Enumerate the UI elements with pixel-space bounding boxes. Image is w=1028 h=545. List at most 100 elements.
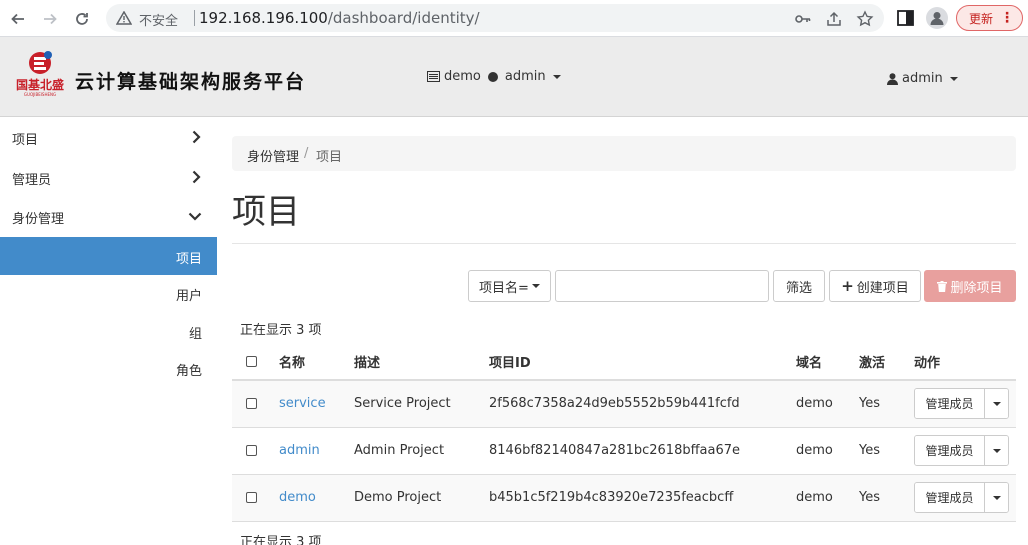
warning-icon: [116, 11, 132, 25]
filter-button[interactable]: 筛选: [773, 270, 825, 302]
sidebar-subitem-roles[interactable]: 角色: [0, 349, 217, 387]
sidebar-subitem-label: 项目: [175, 252, 202, 267]
item-count-bottom: 正在显示 3 项: [240, 535, 322, 545]
sidebar-item-label: 项目: [12, 133, 39, 148]
row-actions-group: 管理成员: [914, 388, 1009, 420]
address-bar[interactable]: 不安全 192.168.196.100/dashboard/identity/: [106, 4, 884, 32]
bookmark-star-icon[interactable]: [856, 10, 874, 28]
breadcrumb-parent[interactable]: 身份管理: [247, 146, 299, 165]
project-id: 2f568c7358a24d9eb5552b59b441fcfd: [489, 380, 796, 428]
sidebar-item-project[interactable]: 项目: [0, 118, 217, 156]
context-project: demo: [444, 69, 481, 84]
sidebar-subitem-projects[interactable]: 项目: [0, 237, 217, 275]
breadcrumb: 身份管理 / 项目: [232, 136, 1016, 171]
row-actions-group: 管理成员: [914, 435, 1009, 466]
row-checkbox[interactable]: [246, 398, 257, 410]
filter-field-select[interactable]: 项目名=: [468, 270, 551, 302]
user-menu[interactable]: admin: [887, 71, 958, 86]
row-checkbox[interactable]: [246, 492, 257, 503]
chevron-down-icon: [552, 74, 561, 79]
row-select-cell: [232, 380, 279, 428]
col-enabled[interactable]: 激活: [859, 343, 914, 381]
address-separator: [194, 10, 195, 26]
select-all-checkbox[interactable]: [246, 355, 257, 367]
table-row: admin Admin Project 8146bf82140847a281bc…: [232, 427, 1016, 475]
row-actions-dropdown[interactable]: [985, 436, 1008, 465]
col-actions: 动作: [914, 343, 1016, 381]
app-header: 国基北盛 GUOJIBEISHENG 云计算基础架构服务平台 demo admi…: [0, 37, 1028, 117]
projects-table: 名称 描述 项目ID 域名 激活 动作 service Service Proj…: [232, 343, 1016, 522]
filter-input[interactable]: [555, 270, 769, 302]
chevron-down-icon: [992, 401, 1001, 406]
manage-members-button[interactable]: 管理成员: [915, 436, 985, 465]
share-icon[interactable]: [825, 10, 843, 28]
project-id: b45b1c5f219b4c83920e7235feacbcff: [489, 474, 796, 522]
profile-avatar-icon[interactable]: [926, 7, 948, 29]
breadcrumb-separator: /: [304, 146, 309, 161]
filter-button-label: 筛选: [785, 280, 812, 296]
logo-subtext: GUOJIBEISHENG: [24, 92, 56, 97]
col-name[interactable]: 名称: [279, 343, 354, 381]
context-user: admin: [504, 69, 546, 84]
sidebar-subitem-label: 组: [188, 327, 202, 342]
select-all-cell: [232, 343, 279, 381]
sidebar-item-identity[interactable]: 身份管理: [0, 197, 217, 235]
row-actions-cell: 管理成员: [914, 427, 1016, 475]
forward-button[interactable]: [37, 6, 63, 32]
row-actions-cell: 管理成员: [914, 474, 1016, 522]
sidebar: 项目 管理员 身份管理 项目 用户 组 角色: [0, 118, 217, 545]
chevron-down-icon: [531, 284, 540, 288]
project-name-link[interactable]: service: [279, 396, 326, 411]
chevron-down-icon: [188, 212, 202, 221]
url-path: /dashboard/identity/: [327, 9, 480, 27]
chevron-right-icon: [192, 170, 201, 184]
page-title: 项目: [232, 192, 300, 232]
chevron-down-icon: [949, 76, 958, 81]
manage-members-button[interactable]: 管理成员: [915, 483, 985, 512]
more-menu-icon[interactable]: ⋮: [1000, 10, 1014, 26]
sidebar-subitem-label: 角色: [175, 364, 202, 379]
sidebar-subitem-users[interactable]: 用户: [0, 274, 217, 312]
row-checkbox[interactable]: [246, 445, 257, 456]
project-name-link[interactable]: demo: [279, 490, 316, 505]
delete-projects-button[interactable]: 删除项目: [924, 270, 1016, 302]
col-domain[interactable]: 域名: [796, 343, 859, 381]
col-project-id[interactable]: 项目ID: [489, 343, 796, 381]
logo-text: 国基北盛: [16, 77, 64, 92]
col-description[interactable]: 描述: [354, 343, 489, 381]
trash-icon: [937, 280, 948, 292]
chevron-down-icon: [992, 495, 1001, 500]
project-description: Demo Project: [354, 474, 489, 522]
back-button[interactable]: [5, 6, 31, 32]
row-actions-dropdown[interactable]: [985, 389, 1008, 419]
row-select-cell: [232, 474, 279, 522]
project-enabled: Yes: [859, 427, 914, 475]
breadcrumb-current: 项目: [316, 150, 343, 165]
sidebar-item-label: 管理员: [12, 173, 52, 188]
project-context-switcher[interactable]: demo admin: [427, 69, 561, 84]
row-actions-dropdown[interactable]: [985, 483, 1008, 512]
url-text: 192.168.196.100/dashboard/identity/: [199, 9, 480, 27]
plus-icon: +: [841, 277, 854, 295]
user-icon: [887, 72, 898, 85]
row-actions-group: 管理成员: [914, 482, 1009, 513]
filter-field-label: 项目名=: [479, 280, 529, 296]
reload-button[interactable]: [69, 6, 95, 32]
key-icon[interactable]: [794, 10, 812, 28]
chevron-down-icon: [992, 448, 1001, 453]
project-domain: demo: [796, 474, 859, 522]
side-panel-icon[interactable]: [897, 10, 914, 26]
update-button[interactable]: 更新 ⋮: [956, 5, 1023, 31]
project-enabled: Yes: [859, 380, 914, 428]
sidebar-item-admin[interactable]: 管理员: [0, 158, 217, 196]
project-id: 8146bf82140847a281bc2618bffaa67e: [489, 427, 796, 475]
manage-members-button[interactable]: 管理成员: [915, 389, 985, 419]
update-label: 更新: [969, 11, 994, 26]
project-name-link[interactable]: admin: [279, 443, 320, 458]
create-project-button[interactable]: + 创建项目: [829, 270, 921, 302]
sidebar-subitem-groups[interactable]: 组: [0, 312, 217, 350]
row-actions-cell: 管理成员: [914, 380, 1016, 428]
project-enabled: Yes: [859, 474, 914, 522]
table-header-row: 名称 描述 项目ID 域名 激活 动作: [232, 343, 1016, 381]
insecure-label: 不安全: [139, 14, 179, 29]
